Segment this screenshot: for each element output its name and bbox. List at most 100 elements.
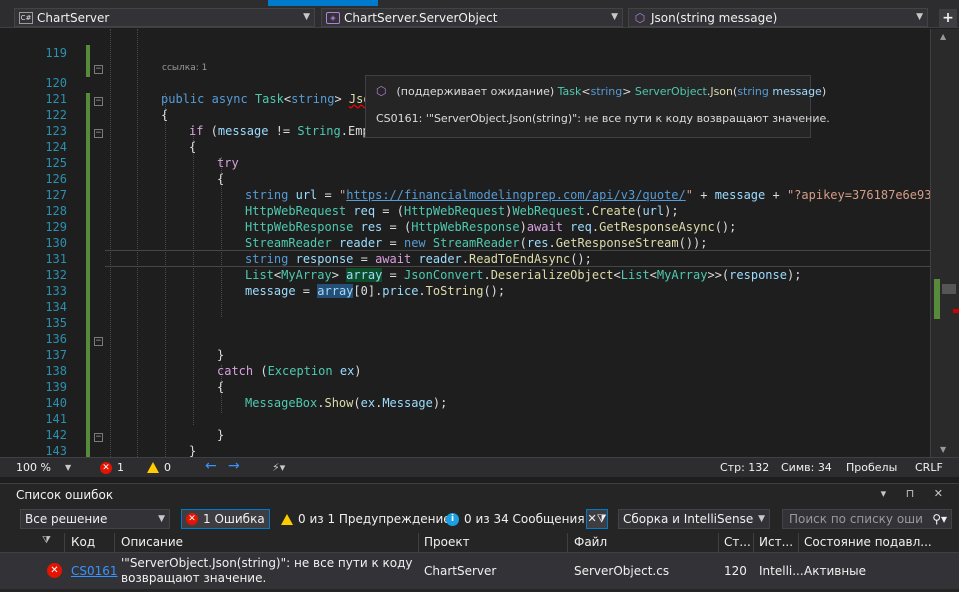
class-dropdown-label: ChartServer.ServerObject xyxy=(344,10,498,25)
chevron-down-icon: ▼ xyxy=(916,12,923,22)
tooltip-error-text: CS0161: '"ServerObject.Json(string)": не… xyxy=(376,112,830,125)
code-line: 144 { xyxy=(0,443,930,457)
method-cube-icon: ⬡ xyxy=(634,10,646,25)
panel-window-controls[interactable]: ▾ ⊓ ✕ xyxy=(881,487,951,500)
status-errors[interactable]: ✕ 1 xyxy=(100,461,124,474)
tooltip-lt: < xyxy=(581,84,591,98)
scroll-down-icon[interactable]: ▼ xyxy=(940,445,946,454)
table-header: ⧩ Код Описание Проект Файл Ст... Ист... … xyxy=(0,533,959,553)
code-line: 131 List<MyArray> array = JsonConvert.De… xyxy=(0,235,930,282)
editor-status-bar: 100 % ▼ ✕ 1 0 ← → ⚡▾ Стр: 132 Симв: 34 П… xyxy=(0,457,959,477)
tooltip-param-name: message xyxy=(772,84,822,98)
code-line: 125 { xyxy=(0,139,930,186)
column-separator xyxy=(718,533,719,553)
column-separator xyxy=(114,533,115,553)
error-icon: ✕ xyxy=(100,461,112,474)
project-dropdown-label: ChartServer xyxy=(37,10,110,25)
change-map-marker xyxy=(934,279,940,319)
column-separator xyxy=(567,533,568,553)
scroll-up-icon[interactable]: ▲ xyxy=(940,32,946,41)
error-icon: ✕ xyxy=(186,513,198,525)
tooltip-type-string: string xyxy=(590,84,623,98)
error-code-link[interactable]: CS0161 xyxy=(71,564,118,578)
build-filter-label: Сборка и IntelliSense xyxy=(623,512,754,526)
scope-dropdown[interactable]: Все решение ▼ xyxy=(20,509,170,529)
messages-filter-label: 0 из 34 Сообщения xyxy=(464,512,585,526)
code-line: 134 xyxy=(0,283,930,314)
info-icon: i xyxy=(446,512,459,526)
navigate-back-icon[interactable]: ← xyxy=(205,458,217,474)
table-row[interactable]: ✕ CS0161 '"ServerObject.Json(string)": н… xyxy=(0,553,959,589)
code-line: 139 MessageBox.Show(ex.Message); xyxy=(0,363,930,410)
warning-icon xyxy=(147,462,159,473)
error-description-line2: возвращают значение. xyxy=(121,571,267,585)
column-source[interactable]: Ист... xyxy=(759,535,793,549)
status-eol[interactable]: CRLF xyxy=(915,461,943,474)
error-list-title: Список ошибок xyxy=(16,488,114,502)
chevron-down-icon: ▼ xyxy=(758,514,765,524)
error-list-panel: Список ошибок ▾ ⊓ ✕ Все решение ▼ ✕ 1 Ош… xyxy=(0,483,959,592)
member-dropdown[interactable]: ⬡ Json(string message) ▼ xyxy=(628,8,928,27)
error-project: ChartServer xyxy=(424,564,497,578)
tooltip-signature: ⬡ (поддерживает ожидание) Task < string > S… xyxy=(376,84,826,98)
error-file: ServerObject.cs xyxy=(574,564,670,578)
column-line[interactable]: Ст... xyxy=(724,535,751,549)
code-line: 141 } xyxy=(0,395,930,442)
code-line: 126 string url = "https://financialmodel… xyxy=(0,155,930,202)
code-line: 129 StreamReader reader = new StreamRead… xyxy=(0,203,930,250)
filter-icon[interactable]: ⧩ xyxy=(42,535,51,546)
error-description-line1: '"ServerObject.Json(string)": не все пут… xyxy=(121,556,413,570)
tooltip-awaitable: (поддерживает ожидание) xyxy=(396,84,555,98)
navigate-forward-icon[interactable]: → xyxy=(228,458,240,474)
code-line: 130 string response = await reader.ReadT… xyxy=(0,219,930,266)
column-file[interactable]: Файл xyxy=(574,535,607,549)
column-project[interactable]: Проект xyxy=(424,535,470,549)
code-line: 119 xyxy=(0,29,930,60)
tooltip-method: Json xyxy=(710,84,734,98)
warning-icon xyxy=(281,513,293,525)
build-filter-dropdown[interactable]: Сборка и IntelliSense ▼ xyxy=(618,509,770,529)
code-line: 120 public async Task<string> Json(strin… xyxy=(0,59,930,106)
warnings-filter-button[interactable]: 0 из 1 Предупреждение xyxy=(277,509,455,529)
error-suppression-state: Активные xyxy=(804,564,867,578)
brush-icon[interactable]: ⚡▾ xyxy=(272,461,285,474)
status-warning-count: 0 xyxy=(164,461,171,474)
tooltip-param-type: string xyxy=(737,84,769,98)
messages-filter-button[interactable]: i 0 из 34 Сообщения xyxy=(442,509,589,529)
code-line: 138 { xyxy=(0,347,930,394)
search-placeholder: Поиск по списку оши xyxy=(789,512,923,526)
clear-filter-icon[interactable]: ✕⧩ xyxy=(586,509,608,529)
quick-info-tooltip: ⬡ (поддерживает ожидание) Task < string > S… xyxy=(365,75,830,138)
project-dropdown[interactable]: C# ChartServer ▼ xyxy=(14,8,315,27)
tooltip-close-paren: ) xyxy=(821,84,827,98)
member-dropdown-label: Json(string message) xyxy=(651,10,778,25)
chevron-down-icon: ▼ xyxy=(303,12,310,22)
column-separator xyxy=(418,533,419,553)
error-source: Intelli... xyxy=(759,564,804,578)
status-line[interactable]: Стр: 132 xyxy=(720,461,769,474)
editor-vertical-scrollbar[interactable]: ▲ ▼ xyxy=(930,29,959,457)
class-dropdown[interactable]: ◈ ChartServer.ServerObject ▼ xyxy=(321,8,623,27)
code-line: 140 xyxy=(0,379,930,410)
scope-dropdown-label: Все решение xyxy=(25,512,108,526)
split-editor-button[interactable]: + xyxy=(939,9,957,27)
chevron-down-icon: ▼ xyxy=(611,12,618,22)
scroll-thumb[interactable] xyxy=(942,284,956,294)
method-cube-icon: ⬡ xyxy=(376,84,387,98)
status-warnings[interactable]: 0 xyxy=(147,461,171,474)
error-line: 120 xyxy=(724,564,747,578)
warnings-filter-label: 0 из 1 Предупреждение xyxy=(298,512,451,526)
search-icon[interactable]: ⚲▾ xyxy=(932,510,947,528)
column-code[interactable]: Код xyxy=(71,535,95,549)
status-column[interactable]: Симв: 34 xyxy=(781,461,832,474)
column-separator xyxy=(64,533,65,553)
tooltip-owner: ServerObject xyxy=(634,84,707,98)
column-suppression[interactable]: Состояние подавл... xyxy=(804,535,932,549)
error-list-search-input[interactable]: Поиск по списку оши ⚲▾ xyxy=(782,509,952,529)
errors-filter-button[interactable]: ✕ 1 Ошибка xyxy=(181,509,270,529)
navigation-bar: C# ChartServer ▼ ◈ ChartServer.ServerObj… xyxy=(0,6,959,28)
chevron-down-icon: ▼ xyxy=(64,463,72,472)
column-description[interactable]: Описание xyxy=(121,535,183,549)
zoom-dropdown[interactable]: 100 % ▼ xyxy=(16,461,71,474)
status-whitespace[interactable]: Пробелы xyxy=(846,461,897,474)
